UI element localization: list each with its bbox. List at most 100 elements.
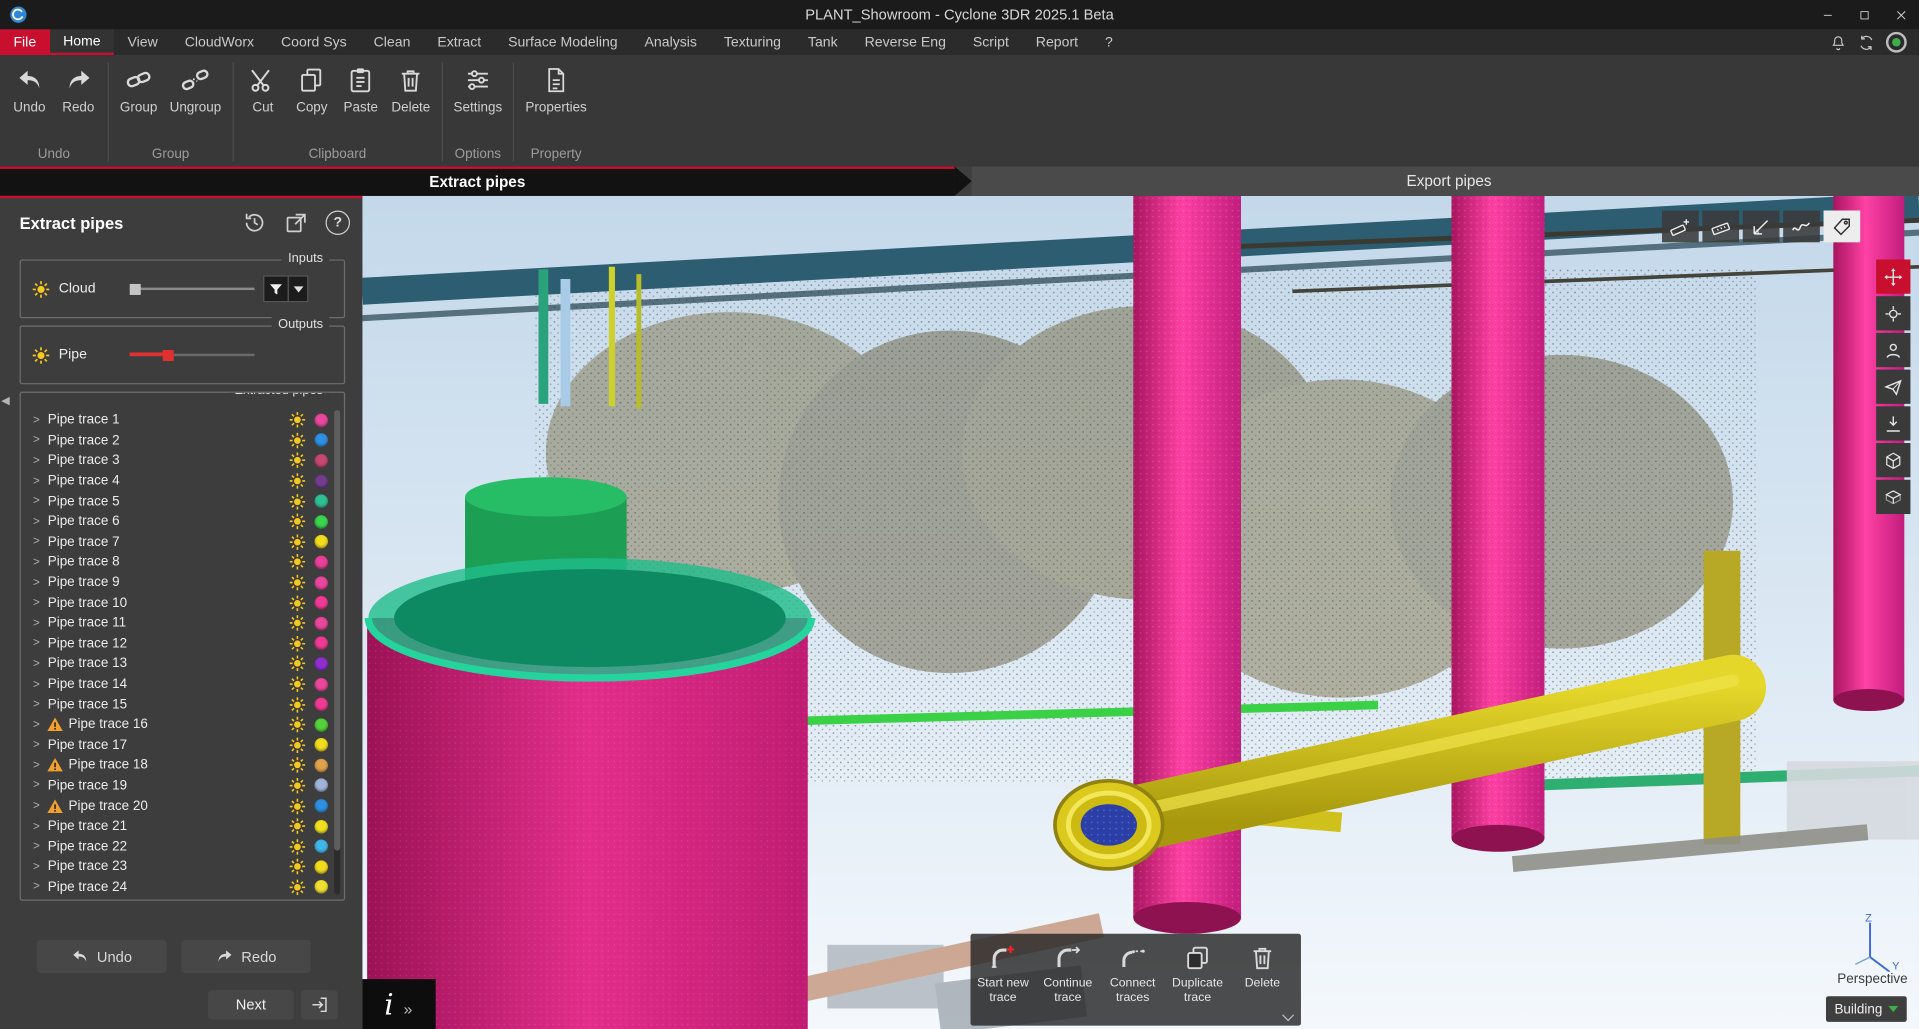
pipe-trace-row[interactable]: > Pipe trace 6: [21, 512, 344, 532]
visibility-sun-icon[interactable]: [289, 655, 306, 672]
panel-collapse-icon[interactable]: ◀: [1, 394, 9, 407]
panel-redo-button[interactable]: Redo: [181, 940, 311, 973]
building-mode-button[interactable]: Building: [1826, 996, 1907, 1022]
help-icon[interactable]: ?: [326, 211, 350, 235]
pipe-color-swatch[interactable]: [315, 840, 328, 853]
pipe-trace-row[interactable]: > Pipe trace 12: [21, 633, 344, 653]
expand-chevron-icon[interactable]: >: [33, 718, 46, 731]
pipe-color-swatch[interactable]: [315, 495, 328, 508]
duplicate-trace-button[interactable]: Duplicate trace: [1165, 941, 1230, 1007]
measure-freehand-button[interactable]: [1783, 211, 1820, 243]
pipe-color-swatch[interactable]: [315, 677, 328, 690]
pipe-color-swatch[interactable]: [315, 738, 328, 751]
expand-chevron-icon[interactable]: >: [33, 698, 46, 711]
workflow-step-extract-pipes[interactable]: Extract pipes: [0, 166, 955, 195]
scrollbar-thumb[interactable]: [334, 410, 340, 851]
menu-item[interactable]: View: [114, 29, 171, 55]
pipe-trace-row[interactable]: > Pipe trace 13: [21, 654, 344, 674]
visibility-sun-icon[interactable]: [289, 615, 306, 632]
visibility-sun-icon[interactable]: [289, 879, 306, 896]
pipe-color-swatch[interactable]: [315, 860, 328, 873]
clipping-section-button[interactable]: [1876, 480, 1910, 514]
visibility-sun-icon[interactable]: [289, 473, 306, 490]
pipe-trace-row[interactable]: > Pipe trace 20: [21, 796, 344, 816]
visibility-sun-icon[interactable]: [289, 554, 306, 571]
menu-item[interactable]: Home: [50, 29, 114, 55]
visibility-sun-icon[interactable]: [289, 757, 306, 774]
copy-button[interactable]: Copy: [289, 61, 336, 117]
pipe-color-swatch[interactable]: [315, 454, 328, 467]
pipe-color-swatch[interactable]: [315, 596, 328, 609]
menu-item[interactable]: Analysis: [631, 29, 710, 55]
visibility-sun-icon[interactable]: [32, 346, 50, 364]
menu-item[interactable]: Surface Modeling: [495, 29, 631, 55]
expand-chevron-icon[interactable]: >: [33, 860, 46, 873]
viewport-3d[interactable]: Start new trace Continue trace Connect t…: [362, 196, 1919, 1029]
pipe-opacity-slider[interactable]: [130, 347, 255, 363]
sync-icon[interactable]: [1858, 34, 1875, 51]
popout-panel-icon[interactable]: [284, 211, 308, 235]
pipe-color-swatch[interactable]: [315, 657, 328, 670]
label-tag-button[interactable]: [1824, 211, 1861, 243]
pipe-color-swatch[interactable]: [315, 515, 328, 528]
menu-item[interactable]: Extract: [424, 29, 495, 55]
expand-chevron-icon[interactable]: >: [33, 677, 46, 690]
pipe-trace-row[interactable]: > Pipe trace 5: [21, 491, 344, 511]
measure-button[interactable]: [1702, 211, 1739, 243]
pipe-color-swatch[interactable]: [315, 474, 328, 487]
pipe-color-swatch[interactable]: [315, 556, 328, 569]
visibility-sun-icon[interactable]: [289, 777, 306, 794]
minimize-button[interactable]: [1809, 0, 1846, 29]
expand-chevron-icon[interactable]: >: [33, 495, 46, 508]
account-icon[interactable]: [1886, 32, 1907, 53]
paste-button[interactable]: Paste: [338, 61, 385, 117]
pipe-trace-row[interactable]: > Pipe trace 3: [21, 451, 344, 471]
pipe-color-swatch[interactable]: [315, 779, 328, 792]
expand-chevron-icon[interactable]: >: [33, 556, 46, 569]
pipe-trace-row[interactable]: > Pipe trace 11: [21, 613, 344, 633]
measure-add-button[interactable]: [1662, 211, 1699, 243]
expand-chevron-icon[interactable]: >: [33, 799, 46, 812]
visibility-sun-icon[interactable]: [289, 594, 306, 611]
pipe-trace-row[interactable]: > Pipe trace 17: [21, 735, 344, 755]
expand-chevron-icon[interactable]: >: [33, 454, 46, 467]
pipe-trace-row[interactable]: > Pipe trace 23: [21, 857, 344, 877]
visibility-sun-icon[interactable]: [289, 797, 306, 814]
menu-item[interactable]: Report: [1022, 29, 1091, 55]
visibility-sun-icon[interactable]: [289, 838, 306, 855]
pipe-trace-row[interactable]: > Pipe trace 22: [21, 836, 344, 856]
info-box[interactable]: i »: [362, 979, 435, 1029]
pipe-color-swatch[interactable]: [315, 576, 328, 589]
pipe-trace-row[interactable]: > Pipe trace 14: [21, 674, 344, 694]
visibility-sun-icon[interactable]: [289, 635, 306, 652]
pipe-color-swatch[interactable]: [315, 698, 328, 711]
zoom-target-button[interactable]: [1876, 296, 1910, 330]
toolbar-collapse-chevron-icon[interactable]: [1283, 1011, 1293, 1021]
menu-item[interactable]: File: [0, 29, 50, 55]
pipe-color-swatch[interactable]: [315, 434, 328, 447]
pipe-trace-row[interactable]: > Pipe trace 19: [21, 776, 344, 796]
visibility-sun-icon[interactable]: [289, 452, 306, 469]
list-scrollbar[interactable]: [334, 410, 340, 895]
properties-button[interactable]: Properties: [521, 61, 592, 117]
pipe-color-swatch[interactable]: [315, 413, 328, 426]
expand-chevron-icon[interactable]: >: [33, 840, 46, 853]
expand-chevron-icon[interactable]: >: [33, 434, 46, 447]
maximize-button[interactable]: [1846, 0, 1883, 29]
menu-item[interactable]: ?: [1092, 29, 1127, 55]
menu-item[interactable]: CloudWorx: [171, 29, 267, 55]
menu-item[interactable]: Tank: [794, 29, 851, 55]
pipe-color-swatch[interactable]: [315, 759, 328, 772]
connect-traces-button[interactable]: Connect traces: [1100, 941, 1165, 1007]
visibility-sun-icon[interactable]: [289, 412, 306, 429]
drop-to-ground-button[interactable]: [1876, 406, 1910, 440]
expand-chevron-icon[interactable]: >: [33, 616, 46, 629]
pipe-trace-row[interactable]: > Pipe trace 8: [21, 552, 344, 572]
delete-trace-button[interactable]: Delete: [1230, 941, 1295, 993]
pipe-color-swatch[interactable]: [315, 637, 328, 650]
expand-chevron-icon[interactable]: >: [33, 535, 46, 548]
visibility-sun-icon[interactable]: [289, 858, 306, 875]
visibility-sun-icon[interactable]: [32, 280, 50, 298]
viewer-position-button[interactable]: [1876, 333, 1910, 367]
menu-item[interactable]: Script: [959, 29, 1022, 55]
